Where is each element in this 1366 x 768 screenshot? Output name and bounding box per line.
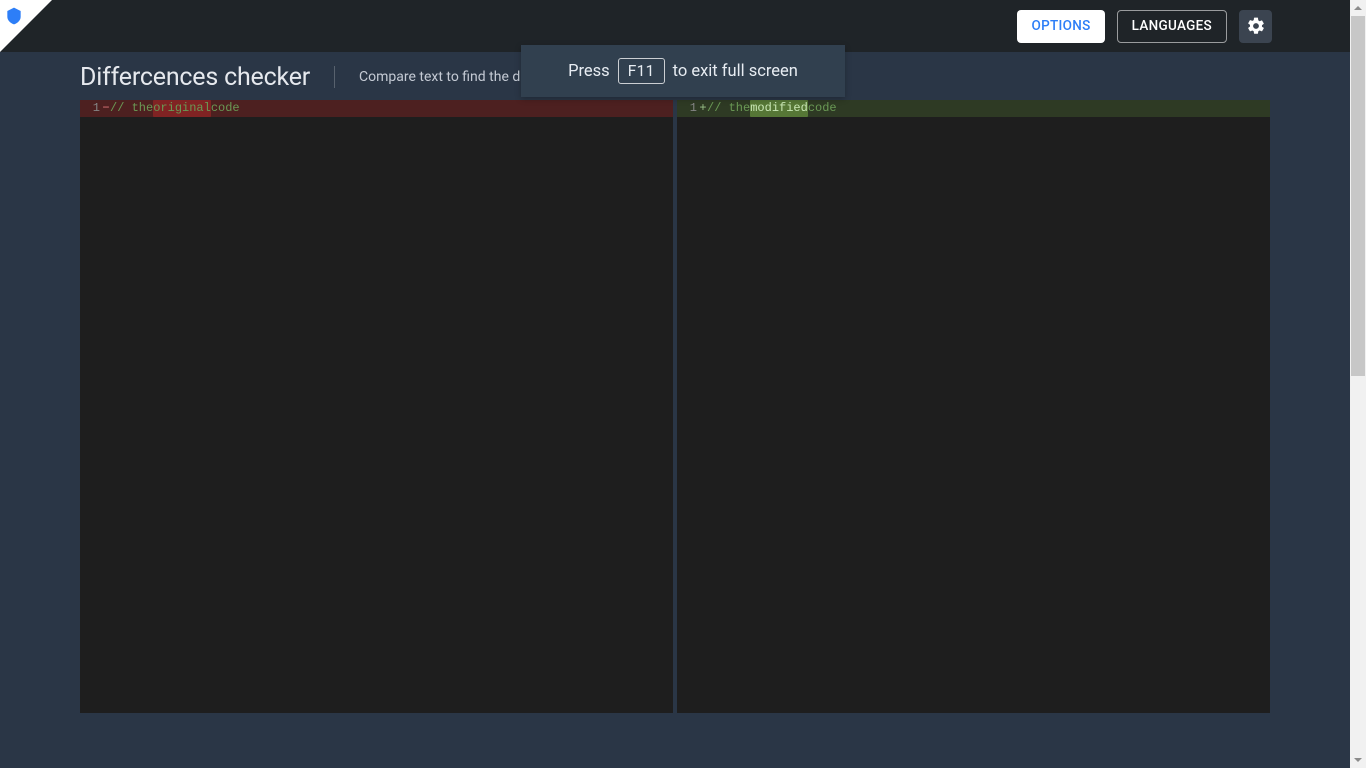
title-divider bbox=[334, 66, 335, 88]
toast-text-after: to exit full screen bbox=[673, 62, 798, 81]
line-number: 1 bbox=[677, 100, 699, 117]
scroll-up-button[interactable] bbox=[1350, 0, 1366, 16]
chevron-up-icon bbox=[1353, 3, 1363, 13]
diff-minus-icon: − bbox=[102, 100, 110, 117]
options-button[interactable]: OPTIONS bbox=[1017, 10, 1104, 43]
logo-icon bbox=[4, 6, 24, 26]
logo-corner[interactable] bbox=[0, 0, 52, 52]
languages-button[interactable]: LANGUAGES bbox=[1117, 10, 1227, 43]
fullscreen-toast: Press F11 to exit full screen bbox=[521, 45, 845, 97]
diff-line-added: 1 + // the modified code bbox=[677, 100, 1270, 117]
code-token-changed: modified bbox=[750, 100, 808, 117]
settings-button[interactable] bbox=[1239, 10, 1272, 43]
code-token: code bbox=[211, 100, 240, 117]
diff-line-removed: 1 − // the original code bbox=[80, 100, 673, 117]
code-token: // the bbox=[707, 100, 750, 117]
diff-panes: 1 − // the original code 1 + // the modi… bbox=[80, 100, 1270, 713]
code-token-changed: original bbox=[153, 100, 211, 117]
browser-scrollbar[interactable] bbox=[1350, 0, 1366, 768]
keycap-f11: F11 bbox=[618, 58, 665, 84]
scroll-thumb[interactable] bbox=[1351, 16, 1365, 376]
scroll-track[interactable] bbox=[1350, 16, 1366, 752]
code-text: // the original code bbox=[110, 100, 673, 117]
page-title: Differcences checker bbox=[80, 63, 310, 92]
code-token: code bbox=[808, 100, 837, 117]
diff-plus-icon: + bbox=[699, 100, 707, 117]
toast-text-before: Press bbox=[568, 62, 610, 81]
chevron-down-icon bbox=[1353, 755, 1363, 765]
code-text: // the modified code bbox=[707, 100, 1270, 117]
scroll-down-button[interactable] bbox=[1350, 752, 1366, 768]
code-token: // the bbox=[110, 100, 153, 117]
right-editor[interactable]: 1 + // the modified code bbox=[677, 100, 1270, 713]
gear-icon bbox=[1246, 16, 1266, 36]
line-number: 1 bbox=[80, 100, 102, 117]
app-root: OPTIONS LANGUAGES Differcences checker C… bbox=[0, 0, 1350, 768]
left-editor[interactable]: 1 − // the original code bbox=[80, 100, 673, 713]
